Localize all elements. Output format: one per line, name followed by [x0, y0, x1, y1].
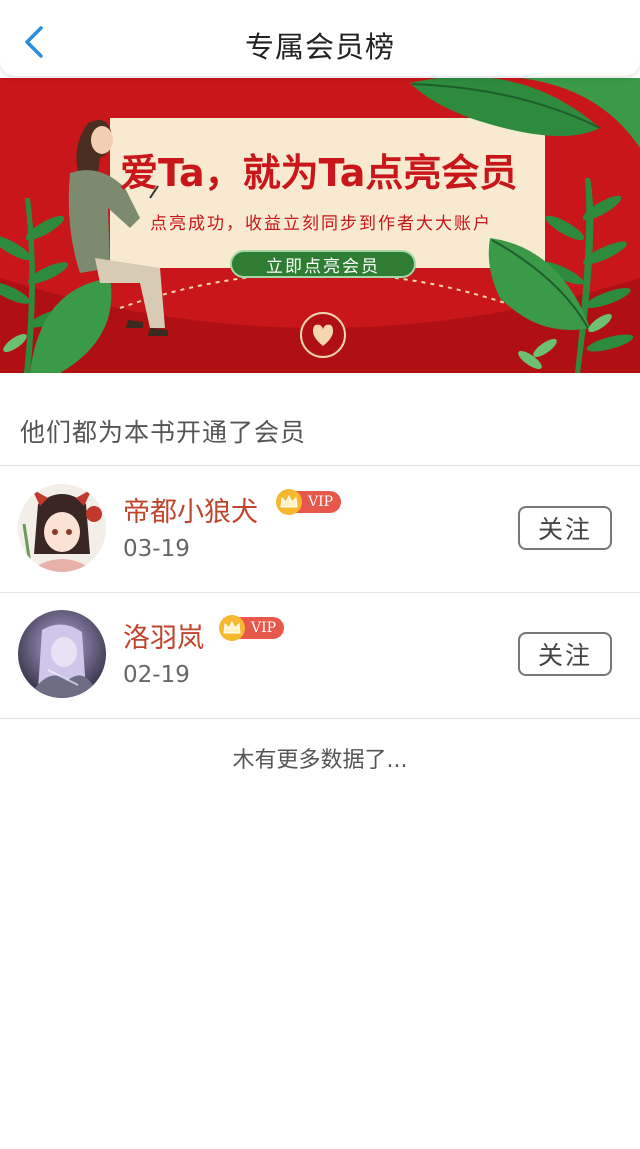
vip-badge: VIP [219, 615, 285, 641]
member-name[interactable]: 洛羽岚 [123, 616, 204, 655]
banner-cta-button[interactable]: 立即点亮会员 [230, 250, 416, 278]
page-title: 专属会员榜 [244, 30, 395, 64]
crown-icon [276, 489, 302, 515]
banner-subtitle: 点亮成功，收益立刻同步到作者大大账户 [150, 214, 492, 234]
member-name[interactable]: 帝都小狼犬 [123, 490, 258, 529]
promo-banner[interactable]: 爱Ta，就为Ta点亮会员 点亮成功，收益立刻同步到作者大大账户 立即点亮会员 [0, 78, 640, 373]
banner-headline: 爱Ta，就为Ta点亮会员 [120, 151, 518, 195]
member-row[interactable]: 帝都小狼犬 VIP 03-19 关注 [0, 466, 640, 592]
avatar-image [18, 484, 106, 572]
avatar[interactable] [18, 610, 106, 698]
follow-button[interactable]: 关注 [518, 632, 612, 676]
crown-icon [219, 615, 245, 641]
member-row[interactable]: 洛羽岚 VIP 02-19 关注 [0, 592, 640, 718]
divider [0, 718, 640, 719]
section-title: 他们都为本书开通了会员 [20, 418, 307, 447]
no-more-data-text: 木有更多数据了... [232, 748, 408, 773]
follow-button[interactable]: 关注 [518, 506, 612, 550]
avatar[interactable] [18, 484, 106, 572]
vip-badge: VIP [276, 489, 342, 515]
member-date: 02-19 [123, 662, 190, 688]
avatar-image [18, 610, 106, 698]
member-date: 03-19 [123, 536, 190, 562]
top-nav-bar: 专属会员榜 [0, 0, 640, 76]
